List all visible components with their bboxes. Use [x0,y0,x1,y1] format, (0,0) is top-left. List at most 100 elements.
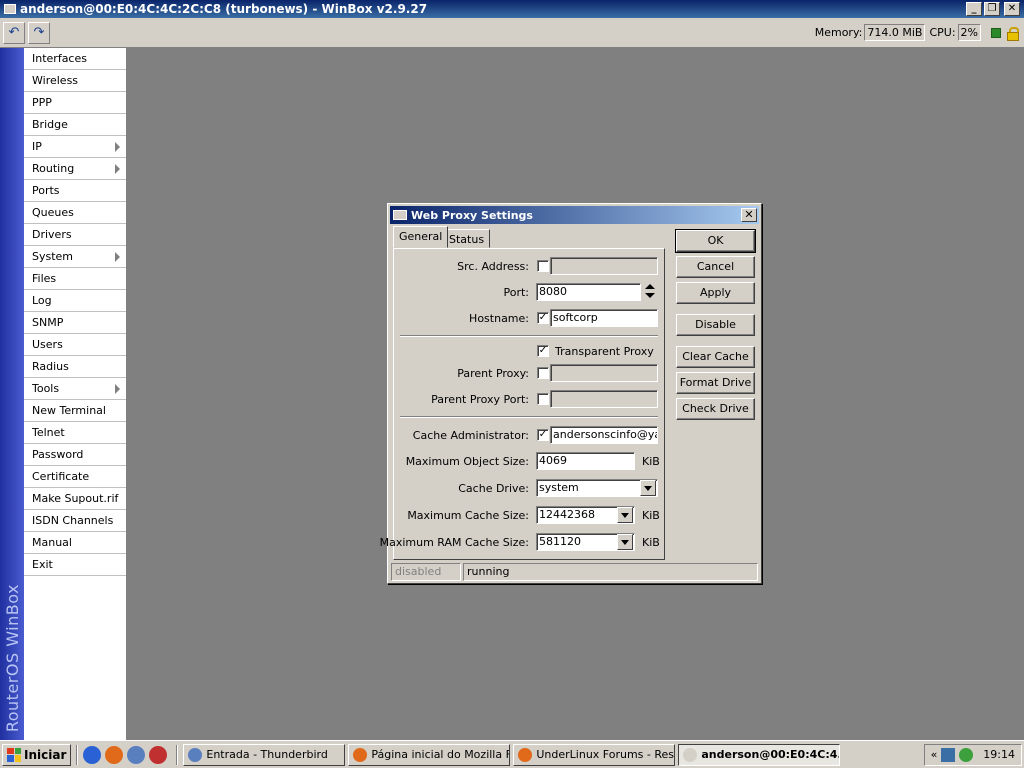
sidebar-item-new-terminal[interactable]: New Terminal [24,400,126,422]
window-title-bar[interactable]: anderson@00:E0:4C:4C:2C:C8 (turbonews) -… [0,0,1024,18]
port-spinner-icon[interactable] [644,283,656,301]
sidebar-item-isdn-channels[interactable]: ISDN Channels [24,510,126,532]
transparent-proxy-label: Transparent Proxy [555,345,654,358]
sidebar-item-ppp[interactable]: PPP [24,92,126,114]
sidebar-item-queues[interactable]: Queues [24,202,126,224]
sidebar-item-label: Log [32,294,52,307]
hostname-input[interactable]: softcorp [550,309,658,327]
media-player-icon[interactable] [149,745,168,764]
sidebar-item-exit[interactable]: Exit [24,554,126,576]
thunderbird-icon[interactable] [127,745,146,764]
minimize-button[interactable]: _ [966,2,982,16]
sidebar-item-label: Certificate [32,470,90,483]
dialog-close-button[interactable]: ✕ [741,208,757,222]
separator [176,744,179,765]
undo-button[interactable]: ↶ [3,21,25,44]
sidebar-item-routing[interactable]: Routing [24,158,126,180]
src-address-input[interactable] [550,257,658,275]
restore-button[interactable]: ❐ [984,2,1000,16]
tab-general[interactable]: General [393,226,449,248]
task-app-icon [518,747,533,762]
taskbar-task-button[interactable]: Entrada - Thunderbird [183,743,346,766]
desktop-icon[interactable] [83,745,102,764]
submenu-arrow-icon [115,252,120,262]
src-address-checkbox[interactable] [537,260,549,272]
sidebar-item-password[interactable]: Password [24,444,126,466]
sidebar-item-label: Radius [32,360,69,373]
clear-cache-button[interactable]: Clear Cache [676,346,755,368]
status-running: running [463,563,758,581]
separator [400,335,658,337]
dialog-title-bar[interactable]: Web Proxy Settings ✕ [390,206,759,224]
transparent-proxy-checkbox[interactable]: ✓ [537,345,549,357]
sidebar-item-snmp[interactable]: SNMP [24,312,126,334]
sidebar-item-interfaces[interactable]: Interfaces [24,48,126,70]
window-title: anderson@00:E0:4C:4C:2C:C8 (turbonews) -… [20,2,428,16]
taskbar-task-button[interactable]: anderson@00:E0:4C:4... [678,743,841,766]
task-app-icon [188,747,203,762]
max-object-size-input[interactable]: 4069 [536,452,635,470]
sidebar-item-files[interactable]: Files [24,268,126,290]
cache-administrator-input[interactable]: andersonscinfo@yah [550,426,658,444]
hostname-checkbox[interactable]: ✓ [537,312,549,324]
chevron-down-icon[interactable] [617,507,633,523]
task-label: anderson@00:E0:4C:4... [701,748,841,761]
max-ram-cache-size-unit: KiB [642,536,660,549]
memory-label: Memory: [814,26,863,39]
firefox-icon[interactable] [105,745,124,764]
tray-expand-button[interactable]: « [931,748,938,761]
network-icon[interactable] [941,747,956,762]
cancel-button[interactable]: Cancel [676,256,755,278]
task-label: Página inicial do Mozilla Fi... [371,748,511,761]
chevron-down-icon[interactable] [640,480,656,496]
security-shield-icon[interactable] [959,747,974,762]
sidebar-item-label: Interfaces [32,52,87,65]
sidebar-item-label: Users [32,338,63,351]
close-window-button[interactable]: ✕ [1004,2,1020,16]
parent-proxy-label: Parent Proxy: [457,367,529,380]
sidebar-item-make-supout-rif[interactable]: Make Supout.rif [24,488,126,510]
cpu-label: CPU: [929,26,956,39]
sidebar-item-ip[interactable]: IP [24,136,126,158]
sidebar-item-tools[interactable]: Tools [24,378,126,400]
sidebar-item-certificate[interactable]: Certificate [24,466,126,488]
sidebar-item-system[interactable]: System [24,246,126,268]
parent-proxy-port-checkbox[interactable] [537,393,549,405]
ok-button[interactable]: OK [675,229,756,253]
apply-button[interactable]: Apply [676,282,755,304]
max-object-size-unit: KiB [642,455,660,468]
sidebar-item-manual[interactable]: Manual [24,532,126,554]
check-drive-button[interactable]: Check Drive [676,398,755,420]
disable-button[interactable]: Disable [676,314,755,336]
parent-proxy-port-input[interactable] [550,390,658,408]
sidebar-item-radius[interactable]: Radius [24,356,126,378]
sidebar-item-bridge[interactable]: Bridge [24,114,126,136]
sidebar-item-label: Routing [32,162,75,175]
cache-administrator-label: Cache Administrator: [412,429,529,442]
sidebar-item-log[interactable]: Log [24,290,126,312]
memory-value: 714.0 MiB [864,24,926,41]
cache-administrator-checkbox[interactable]: ✓ [537,429,549,441]
start-button[interactable]: Iniciar [2,743,72,766]
sidebar-item-wireless[interactable]: Wireless [24,70,126,92]
parent-proxy-checkbox[interactable] [537,367,549,379]
dialog-title: Web Proxy Settings [411,208,533,222]
port-input[interactable]: 8080 [536,283,641,301]
sidebar-item-ports[interactable]: Ports [24,180,126,202]
sidebar-item-label: Queues [32,206,74,219]
sidebar-item-label: Wireless [32,74,79,87]
cpu-value: 2% [957,24,981,41]
parent-proxy-input[interactable] [550,364,658,382]
redo-button[interactable]: ↷ [28,21,50,44]
sidebar-item-drivers[interactable]: Drivers [24,224,126,246]
sidebar-item-label: Manual [32,536,72,549]
lock-icon [1006,26,1019,41]
sidebar-item-telnet[interactable]: Telnet [24,422,126,444]
start-label: Iniciar [24,747,67,762]
format-drive-button[interactable]: Format Drive [676,372,755,394]
sidebar-item-users[interactable]: Users [24,334,126,356]
taskbar-task-button[interactable]: UnderLinux Forums - Res... [513,743,676,766]
chevron-down-icon[interactable] [617,534,633,550]
taskbar-task-button[interactable]: Página inicial do Mozilla Fi... [348,743,511,766]
tab-status[interactable]: Status [443,229,491,248]
